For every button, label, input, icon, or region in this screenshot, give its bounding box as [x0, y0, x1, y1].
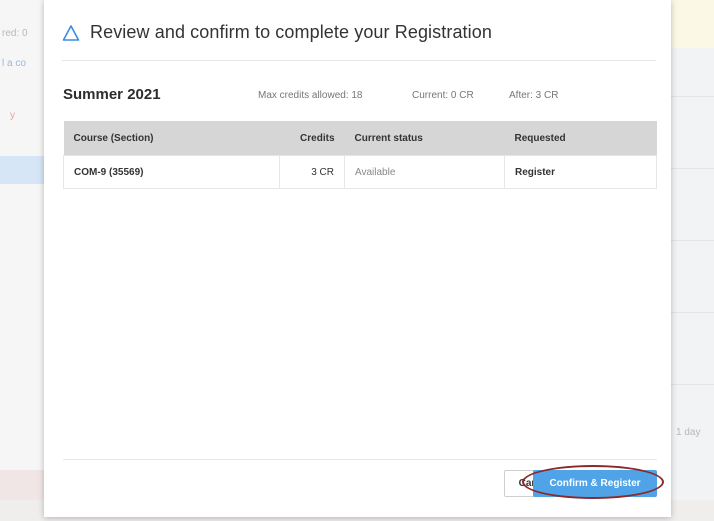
footer-divider: [63, 459, 657, 460]
registration-table: Course (Section) Credits Current status …: [63, 121, 657, 189]
term-summary: Summer 2021 Max credits allowed: 18 Curr…: [63, 86, 663, 108]
registration-confirm-modal: Review and confirm to complete your Regi…: [44, 0, 671, 517]
requested-cell: Register: [504, 155, 657, 189]
table-header-row: Course (Section) Credits Current status …: [63, 121, 657, 156]
column-header-requested: Requested: [504, 121, 657, 156]
status-cell: Available: [344, 155, 505, 189]
modal-header: Review and confirm to complete your Regi…: [62, 22, 656, 61]
column-header-status: Current status: [344, 121, 505, 156]
column-header-credits: Credits: [279, 121, 345, 156]
confirm-register-button[interactable]: Confirm & Register: [533, 470, 657, 497]
credits-cell: 3 CR: [279, 155, 345, 189]
background-text: red: 0: [2, 28, 28, 39]
max-credits: Max credits allowed: 18: [258, 90, 363, 101]
modal-title: Review and confirm to complete your Regi…: [90, 22, 492, 42]
background-left-panel: [0, 0, 46, 521]
term-name: Summer 2021: [63, 86, 161, 103]
column-header-course: Course (Section): [63, 121, 280, 156]
delta-logo-icon: [62, 25, 80, 41]
after-credits: After: 3 CR: [509, 90, 559, 101]
background-link: l a co: [2, 58, 26, 69]
table-row: COM-9 (35569) 3 CR Available Register: [63, 155, 657, 189]
background-selected-row: [0, 156, 46, 184]
course-cell: COM-9 (35569): [63, 155, 280, 189]
background-text: 1 day: [676, 427, 701, 438]
current-credits: Current: 0 CR: [412, 90, 474, 101]
background-text: y: [10, 110, 15, 121]
